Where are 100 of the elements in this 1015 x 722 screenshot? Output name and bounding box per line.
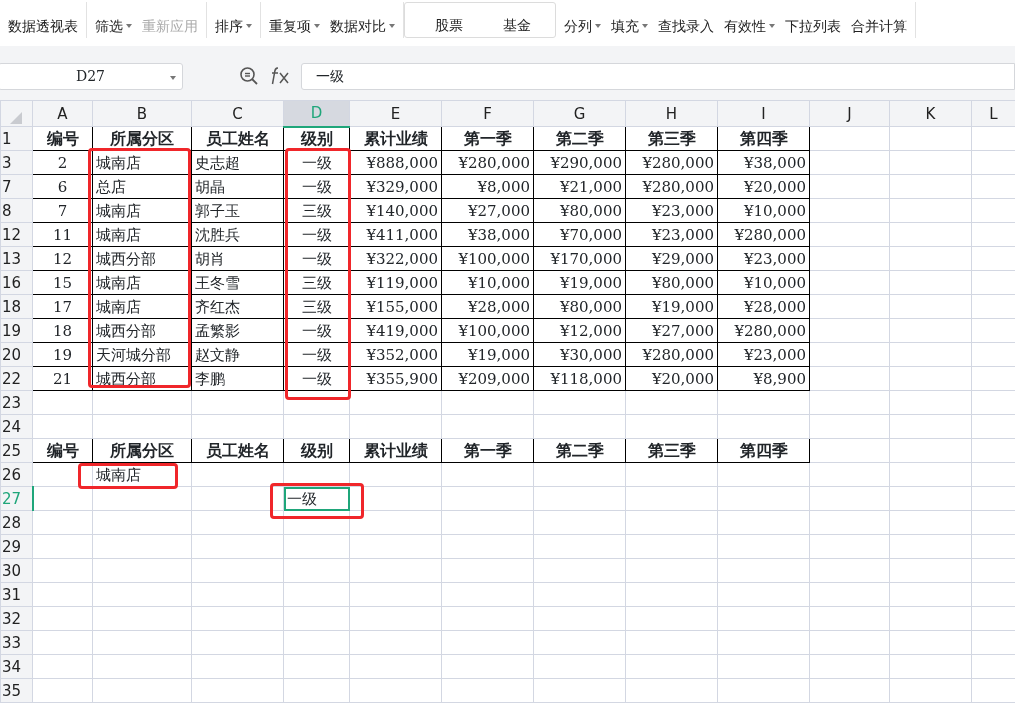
- column-heading: 级别: [283, 438, 350, 463]
- column-header[interactable]: F: [441, 100, 534, 127]
- toolbar-button[interactable]: 查找录入: [658, 15, 714, 36]
- table-cell: ¥38,000: [717, 150, 810, 175]
- row-header[interactable]: 23: [0, 390, 33, 415]
- toolbar-button[interactable]: 重复项: [269, 15, 320, 36]
- table-cell: ¥80,000: [533, 198, 626, 223]
- table-cell: ¥118,000: [533, 366, 626, 391]
- table-cell: 城南店: [92, 222, 192, 247]
- column-heading: 第四季: [717, 126, 810, 151]
- table-cell: ¥23,000: [625, 198, 718, 223]
- column-header[interactable]: I: [717, 100, 810, 127]
- row-header[interactable]: 34: [0, 654, 33, 679]
- row-header[interactable]: 24: [0, 414, 33, 439]
- table-cell: 赵文静: [191, 342, 284, 367]
- row-header[interactable]: 7: [0, 174, 33, 199]
- table-cell: 王冬雪: [191, 270, 284, 295]
- table-cell: ¥419,000: [349, 318, 442, 343]
- table-cell: 18: [32, 318, 93, 343]
- row-header[interactable]: 22: [0, 366, 33, 391]
- column-heading: 第三季: [625, 438, 718, 463]
- table-cell: 总店: [92, 174, 192, 199]
- row-header[interactable]: 8: [0, 198, 33, 223]
- toolbar-button[interactable]: 数据对比: [330, 15, 395, 36]
- row-header[interactable]: 1: [0, 126, 33, 151]
- column-header[interactable]: K: [889, 100, 972, 127]
- column-header[interactable]: L: [971, 100, 1015, 127]
- table-cell: 城南店: [92, 198, 192, 223]
- row-header[interactable]: 35: [0, 678, 33, 703]
- column-heading: 第四季: [717, 438, 810, 463]
- column-heading: 编号: [32, 438, 93, 463]
- table-cell: 齐红杰: [191, 294, 284, 319]
- toolbar-button[interactable]: 筛选: [95, 15, 132, 36]
- toolbar-button[interactable]: 下拉列表: [785, 15, 841, 36]
- table-cell: 胡肖: [191, 246, 284, 271]
- row-header[interactable]: 30: [0, 558, 33, 583]
- column-header[interactable]: H: [625, 100, 718, 127]
- table-cell: ¥23,000: [625, 222, 718, 247]
- toolbar-button[interactable]: 分列: [564, 15, 601, 36]
- row-header[interactable]: 25: [0, 438, 33, 463]
- toolbar-button[interactable]: 股票: [435, 14, 463, 35]
- table-cell: ¥38,000: [441, 222, 534, 247]
- table-cell: ¥10,000: [717, 270, 810, 295]
- column-header[interactable]: B: [92, 100, 192, 127]
- column-header[interactable]: G: [533, 100, 626, 127]
- column-header[interactable]: A: [32, 100, 93, 127]
- row-header[interactable]: 13: [0, 246, 33, 271]
- table-cell: ¥28,000: [441, 294, 534, 319]
- column-heading: 第一季: [441, 438, 534, 463]
- row-header[interactable]: 3: [0, 150, 33, 175]
- table-cell: ¥70,000: [533, 222, 626, 247]
- toolbar-button[interactable]: 排序: [215, 15, 252, 36]
- table-cell: ¥19,000: [533, 270, 626, 295]
- row-header[interactable]: 33: [0, 630, 33, 655]
- table-cell: 6: [32, 174, 93, 199]
- table-cell: ¥322,000: [349, 246, 442, 271]
- table-cell: 城西分部: [92, 246, 192, 271]
- table-cell: ¥280,000: [625, 174, 718, 199]
- table-cell: 天河城分部: [92, 342, 192, 367]
- function-icon[interactable]: [269, 66, 291, 86]
- table-cell: ¥290,000: [533, 150, 626, 175]
- column-heading: 第一季: [441, 126, 534, 151]
- formula-field[interactable]: 一级: [301, 62, 1015, 90]
- row-header[interactable]: 32: [0, 606, 33, 631]
- table-cell: ¥329,000: [349, 174, 442, 199]
- column-header[interactable]: C: [191, 100, 284, 127]
- table-cell: ¥100,000: [441, 318, 534, 343]
- column-heading: 第二季: [533, 438, 626, 463]
- row-header[interactable]: 18: [0, 294, 33, 319]
- table-cell: 11: [32, 222, 93, 247]
- row-header[interactable]: 29: [0, 534, 33, 559]
- column-header[interactable]: J: [809, 100, 890, 127]
- toolbar-button[interactable]: 有效性: [724, 15, 775, 36]
- column-header[interactable]: E: [349, 100, 442, 127]
- table-cell: 城南店: [92, 150, 192, 175]
- row-header[interactable]: 19: [0, 318, 33, 343]
- row-header[interactable]: 28: [0, 510, 33, 535]
- table-cell: ¥12,000: [533, 318, 626, 343]
- table-cell: 7: [32, 198, 93, 223]
- table-cell: ¥27,000: [625, 318, 718, 343]
- toolbar-button[interactable]: 数据透视表: [8, 15, 78, 36]
- table-cell: ¥119,000: [349, 270, 442, 295]
- row-header[interactable]: 12: [0, 222, 33, 247]
- table-cell: 李鹏: [191, 366, 284, 391]
- name-box[interactable]: D27: [0, 62, 183, 90]
- toolbar-button[interactable]: 基金: [503, 14, 531, 35]
- toolbar-button[interactable]: 填充: [611, 15, 648, 36]
- table-cell: 孟繁影: [191, 318, 284, 343]
- row-header[interactable]: 16: [0, 270, 33, 295]
- table-cell: 17: [32, 294, 93, 319]
- zoom-icon[interactable]: [239, 66, 259, 86]
- row-header[interactable]: 31: [0, 582, 33, 607]
- row-header[interactable]: 20: [0, 342, 33, 367]
- table-cell: ¥8,000: [441, 174, 534, 199]
- toolbar-button[interactable]: 合并计算: [851, 15, 907, 36]
- table-cell: ¥888,000: [349, 150, 442, 175]
- row-header[interactable]: 26: [0, 462, 33, 487]
- column-heading: 级别: [283, 126, 350, 151]
- table-cell: 15: [32, 270, 93, 295]
- table-cell: ¥280,000: [441, 150, 534, 175]
